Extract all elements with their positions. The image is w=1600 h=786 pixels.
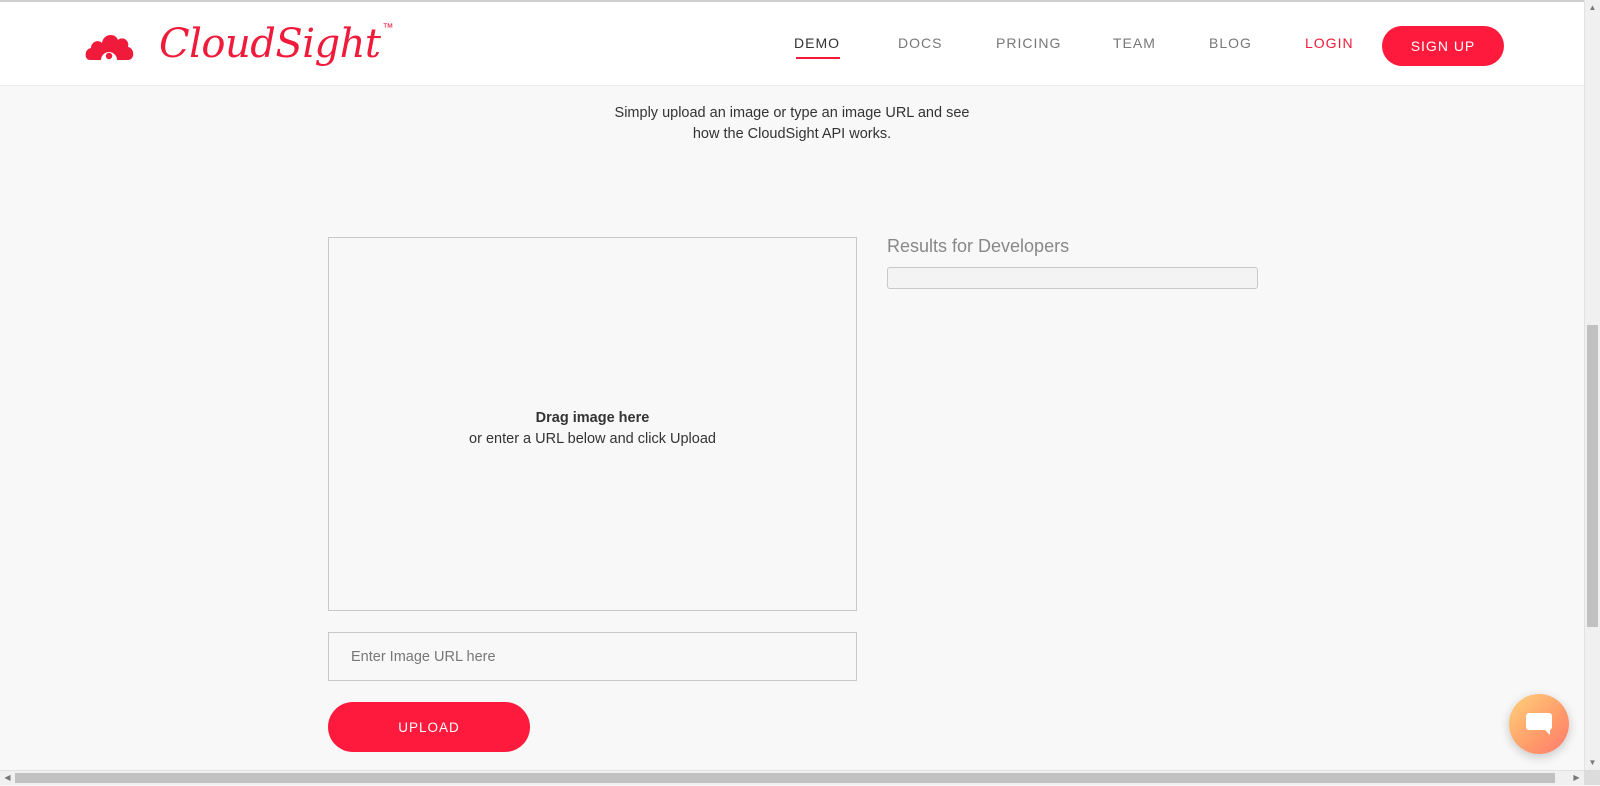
results-output-box	[887, 267, 1258, 289]
intro-line-2: how the CloudSight API works.	[692, 126, 892, 142]
main-nav: DEMO DOCS PRICING TEAM BLOG LOGIN SIGN U…	[0, 2, 1584, 86]
scroll-right-icon[interactable]: ▶	[1569, 771, 1584, 786]
nav-docs[interactable]: DOCS	[898, 35, 942, 51]
scroll-down-icon[interactable]: ▼	[1585, 755, 1600, 770]
nav-demo[interactable]: DEMO	[794, 35, 840, 59]
upload-button[interactable]: UPLOAD	[328, 702, 530, 752]
scroll-left-icon[interactable]: ◀	[0, 771, 15, 786]
nav-team[interactable]: TEAM	[1113, 35, 1156, 51]
dropzone-title: Drag image here	[535, 410, 650, 426]
horizontal-scroll-thumb[interactable]	[15, 773, 1555, 783]
signup-button[interactable]: SIGN UP	[1382, 26, 1504, 66]
chat-widget-button[interactable]	[1509, 694, 1569, 754]
dropzone-subtitle: or enter a URL below and click Upload	[469, 431, 716, 447]
scrollbar-corner	[1584, 770, 1600, 785]
scroll-up-icon[interactable]: ▲	[1585, 0, 1600, 15]
nav-pricing[interactable]: PRICING	[996, 35, 1061, 51]
vertical-scrollbar[interactable]: ▲ ▼	[1584, 0, 1600, 770]
chat-bubble-icon	[1526, 713, 1552, 735]
dropzone-text: Drag image here or enter a URL below and…	[329, 408, 856, 450]
nav-login[interactable]: LOGIN	[1305, 35, 1354, 51]
intro-line-1: Simply upload an image or type an image …	[614, 105, 970, 121]
nav-blog[interactable]: BLOG	[1209, 35, 1252, 51]
intro-text: Simply upload an image or type an image …	[0, 103, 1584, 145]
horizontal-scrollbar[interactable]: ◀ ▶	[0, 770, 1584, 785]
site-header: CloudSight ™ DEMO DOCS PRICING TEAM BLOG …	[0, 2, 1584, 86]
image-url-input[interactable]	[328, 632, 857, 681]
image-dropzone[interactable]: Drag image here or enter a URL below and…	[328, 237, 857, 611]
results-title: Results for Developers	[887, 236, 1070, 256]
vertical-scroll-thumb[interactable]	[1587, 325, 1598, 627]
